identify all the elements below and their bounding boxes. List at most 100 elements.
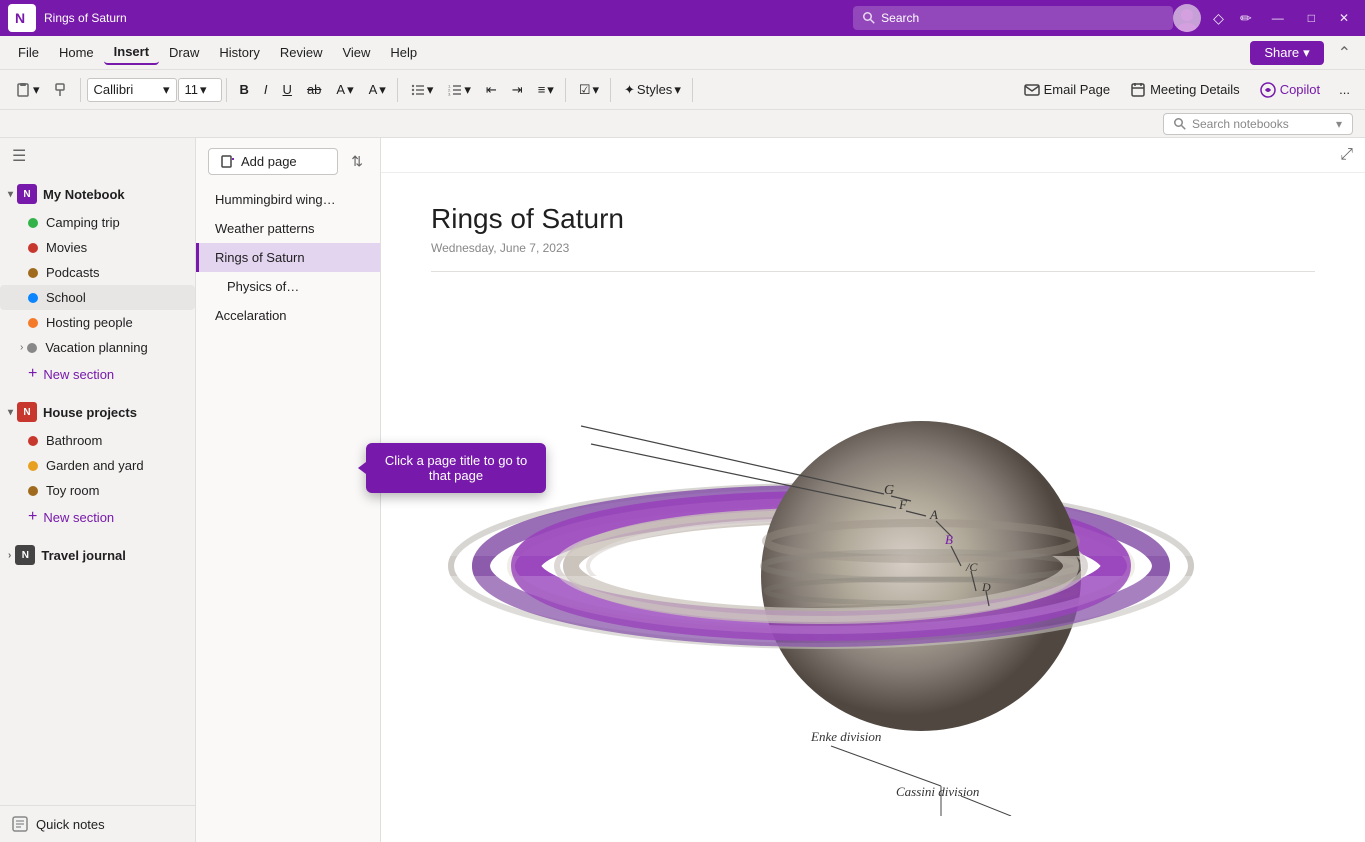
clipboard-button[interactable]: ▾: [8, 78, 47, 102]
quick-notes-icon: [12, 816, 28, 832]
notebook-search[interactable]: Search notebooks ▾: [1163, 113, 1353, 135]
align-button[interactable]: ≡ ▾: [531, 78, 561, 102]
sidebar-item-camping-trip[interactable]: Camping trip: [0, 210, 195, 235]
school-dot: [28, 293, 38, 303]
menu-home[interactable]: Home: [49, 41, 104, 64]
format-painter-icon: [55, 83, 69, 97]
page-item-accelaration[interactable]: Accelaration: [196, 301, 380, 330]
dropdown-row: Search notebooks ▾: [0, 110, 1365, 138]
my-notebook-section: ▾ N My Notebook Camping trip Movies Podc…: [0, 174, 195, 392]
my-notebook-new-section[interactable]: + New section: [0, 360, 195, 388]
increase-indent-button[interactable]: ⇥: [505, 78, 530, 102]
align-chevron: ▾: [547, 82, 554, 98]
search-icon: [863, 12, 875, 24]
styles-chevron: ▾: [674, 82, 681, 98]
highlight-button[interactable]: A ▾: [329, 78, 360, 102]
font-name-selector[interactable]: Callibri ▾: [87, 78, 177, 102]
format-painter-button[interactable]: [48, 79, 76, 101]
movies-label: Movies: [46, 240, 87, 255]
travel-journal-label: Travel journal: [41, 548, 126, 563]
pages-panel-header: Add page ⇅: [196, 138, 380, 185]
house-projects-section: ▾ N House projects Bathroom Garden and y…: [0, 392, 195, 535]
house-projects-header[interactable]: ▾ N House projects: [0, 396, 195, 428]
page-item-rings-of-saturn[interactable]: Rings of Saturn: [196, 243, 380, 272]
svg-text:G: G: [884, 483, 894, 498]
checkbox-button[interactable]: ☑ ▾: [572, 78, 606, 102]
user-avatar[interactable]: [1173, 4, 1201, 32]
strikethrough-button[interactable]: ab: [300, 78, 328, 101]
menu-file[interactable]: File: [8, 41, 49, 64]
decrease-indent-button[interactable]: ⇤: [479, 78, 504, 102]
page-item-weather-patterns[interactable]: Weather patterns: [196, 214, 380, 243]
copilot-button[interactable]: Copilot: [1252, 78, 1328, 102]
italic-button[interactable]: I: [257, 78, 275, 101]
menu-view[interactable]: View: [332, 41, 380, 64]
garden-yard-dot: [28, 461, 38, 471]
svg-text:F: F: [898, 497, 908, 512]
styles-icon: ✦: [624, 82, 635, 98]
pen-icon[interactable]: ✏: [1236, 6, 1256, 31]
bullet-list-chevron: ▾: [427, 82, 434, 98]
title-bar: N Rings of Saturn Search ◇ ✏ — □ ✕: [0, 0, 1365, 36]
toolbar-right: Email Page Meeting Details Copilot ...: [1016, 78, 1357, 102]
diamond-icon[interactable]: ◇: [1209, 6, 1228, 31]
sidebar-item-school[interactable]: School: [0, 285, 195, 310]
menu-draw[interactable]: Draw: [159, 41, 209, 64]
podcasts-dot: [28, 268, 38, 278]
font-color-chevron: ▾: [379, 82, 386, 98]
sidebar-item-vacation-planning[interactable]: › Vacation planning: [0, 335, 195, 360]
content-body: Rings of Saturn Wednesday, June 7, 2023: [381, 173, 1365, 842]
menu-history[interactable]: History: [209, 41, 269, 64]
menu-help[interactable]: Help: [380, 41, 427, 64]
page-item-hummingbird[interactable]: Hummingbird wing…: [196, 185, 380, 214]
share-button[interactable]: Share ▾: [1250, 41, 1323, 65]
minimize-button[interactable]: —: [1264, 7, 1292, 29]
sidebar-item-hosting-people[interactable]: Hosting people: [0, 310, 195, 335]
toolbar: ▾ Callibri ▾ 11 ▾ B I U ab A ▾ A ▾ ▾: [0, 70, 1365, 110]
hamburger-menu[interactable]: ☰: [0, 138, 195, 174]
camping-trip-label: Camping trip: [46, 215, 120, 230]
list-group: ▾ 1.2.3. ▾ ⇤ ⇥ ≡ ▾: [404, 78, 566, 102]
notebook-search-placeholder: Search notebooks: [1192, 117, 1289, 131]
quick-notes-link[interactable]: Quick notes: [0, 805, 195, 842]
house-new-section-label: New section: [43, 510, 114, 525]
add-page-button[interactable]: Add page: [208, 148, 338, 175]
checkbox-chevron: ▾: [592, 82, 599, 98]
menu-review[interactable]: Review: [270, 41, 333, 64]
global-search[interactable]: Search: [853, 6, 1173, 30]
maximize-button[interactable]: □: [1300, 7, 1323, 29]
house-new-section-plus-icon: +: [28, 508, 37, 526]
sidebar-item-garden-yard[interactable]: Garden and yard: [0, 453, 195, 478]
numbered-list-button[interactable]: 1.2.3. ▾: [441, 78, 478, 102]
close-button[interactable]: ✕: [1331, 7, 1357, 29]
underline-button[interactable]: U: [276, 78, 299, 101]
sidebar-item-toy-room[interactable]: Toy room: [0, 478, 195, 503]
collapse-ribbon-button[interactable]: ⌃: [1332, 41, 1357, 65]
meeting-details-button[interactable]: Meeting Details: [1122, 78, 1248, 102]
toy-room-dot: [28, 486, 38, 496]
sidebar-item-bathroom[interactable]: Bathroom: [0, 428, 195, 453]
house-projects-new-section[interactable]: + New section: [0, 503, 195, 531]
bullet-list-icon: [411, 83, 425, 97]
my-notebook-header[interactable]: ▾ N My Notebook: [0, 178, 195, 210]
left-sidebar: ☰ ▾ N My Notebook Camping trip Movies Po…: [0, 138, 196, 842]
meeting-details-icon: [1130, 82, 1146, 98]
email-page-button[interactable]: Email Page: [1016, 78, 1118, 102]
my-notebook-icon: N: [17, 184, 37, 204]
sort-pages-button[interactable]: ⇅: [346, 148, 368, 175]
sidebar-item-movies[interactable]: Movies: [0, 235, 195, 260]
font-size-selector[interactable]: 11 ▾: [178, 78, 222, 102]
expand-button[interactable]: ⤢: [1340, 146, 1353, 164]
travel-journal-header[interactable]: › N Travel journal: [0, 539, 195, 571]
notebook-search-chevron[interactable]: ▾: [1336, 117, 1342, 131]
sidebar-item-podcasts[interactable]: Podcasts: [0, 260, 195, 285]
bold-button[interactable]: B: [233, 78, 256, 101]
bullet-list-button[interactable]: ▾: [404, 78, 441, 102]
travel-journal-section: › N Travel journal: [0, 535, 195, 575]
page-item-physics[interactable]: Physics of…: [196, 272, 380, 301]
garden-yard-label: Garden and yard: [46, 458, 144, 473]
menu-insert[interactable]: Insert: [104, 40, 159, 65]
styles-button[interactable]: ✦ Styles ▾: [617, 78, 688, 102]
more-options-button[interactable]: ...: [1332, 78, 1357, 101]
font-color-button[interactable]: A ▾: [362, 78, 393, 102]
